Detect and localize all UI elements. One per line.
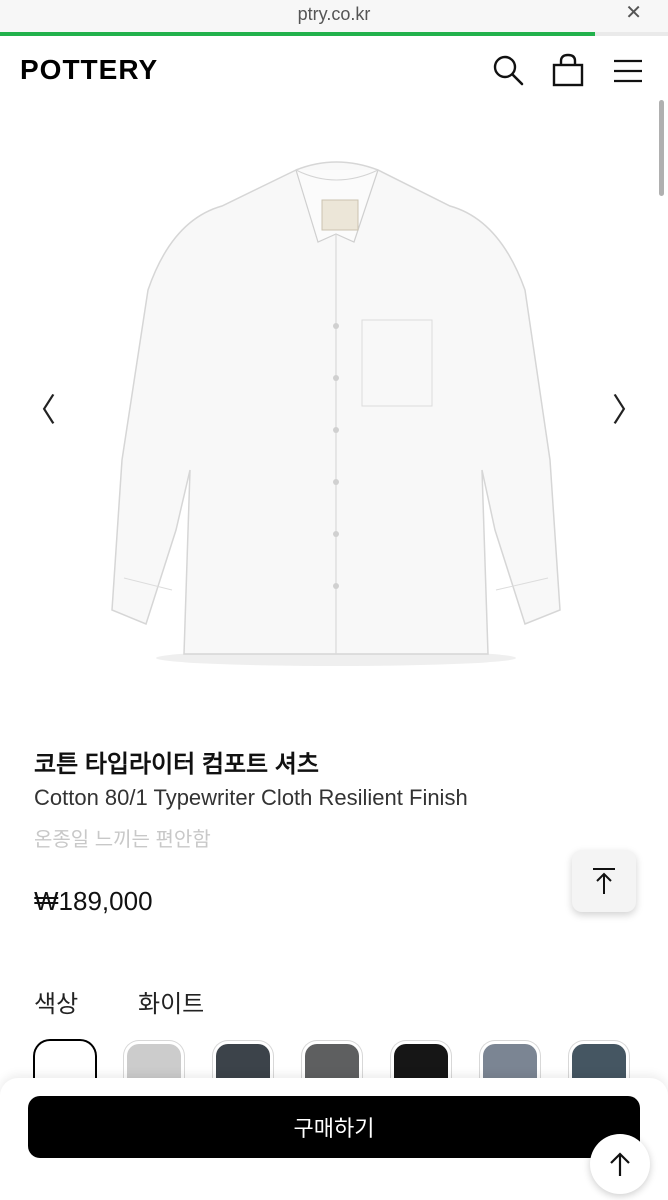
product-description: 온종일 느끼는 편안함 — [34, 829, 211, 851]
color-label: 색상 — [34, 991, 79, 1018]
menu-icon[interactable] — [608, 50, 648, 90]
shopping-bag-icon[interactable] — [548, 50, 588, 90]
url-text: ptry.co.kr — [297, 4, 371, 24]
prev-image-arrow[interactable]: 〈 — [24, 385, 56, 431]
buy-button[interactable]: 구매하기 — [28, 1096, 640, 1158]
scroll-top-button[interactable] — [572, 850, 636, 912]
arrow-up-icon — [610, 1152, 630, 1176]
logo[interactable]: POTTERY — [20, 54, 158, 86]
upload-arrow-icon — [593, 868, 615, 894]
product-title: 코튼 타입라이터 컴포트 셔츠 — [34, 751, 319, 778]
product-price: ₩189,000 — [34, 886, 153, 916]
close-icon[interactable]: ✕ — [625, 3, 642, 23]
scroll-to-top-button[interactable] — [590, 1134, 650, 1194]
purchase-panel: 구매하기 — [0, 1078, 668, 1200]
browser-url-bar[interactable]: ptry.co.kr ✕ — [0, 0, 668, 32]
color-selected-value: 화이트 — [138, 991, 205, 1018]
product-image[interactable] — [0, 110, 668, 710]
site-header: POTTERY — [0, 36, 668, 106]
product-subtitle: Cotton 80/1 Typewriter Cloth Resilient F… — [34, 785, 468, 810]
search-icon[interactable] — [488, 50, 528, 90]
next-image-arrow[interactable]: 〉 — [612, 385, 644, 431]
